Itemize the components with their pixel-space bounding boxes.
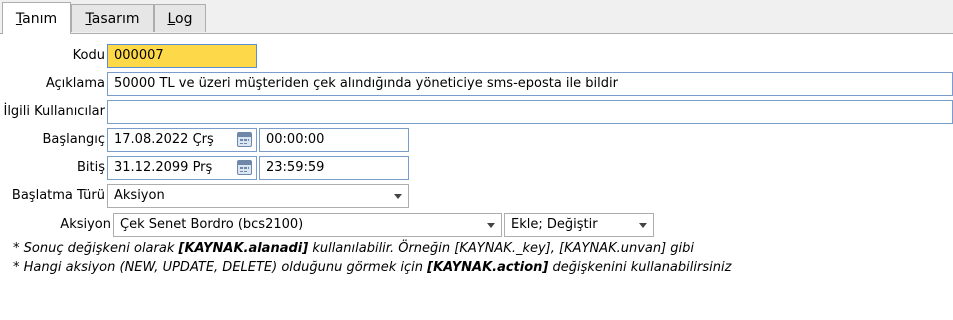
tab-log-mnemonic: L [167,11,176,27]
bitis-date-input[interactable]: 31.12.2099 Prş [107,156,257,180]
baslatma-turu-select[interactable]: Aksiyon [107,184,409,208]
help-note-1-c: kullanılabilir. Örneğin [KAYNAK._key], [… [308,241,695,256]
help-note-2: * Hangi aksiyon (NEW, UPDATE, DELETE) ol… [13,260,731,275]
definition-panel: Kodu 000007 Açıklama 50000 TL ve üzeri m… [0,33,953,320]
bitis-time-input[interactable]: 23:59:59 [259,156,409,180]
help-note-2-b: [KAYNAK.action] [427,260,549,275]
ilgili-kullanicilar-label: İlgili Kullanıcılar [3,104,105,119]
chevron-down-icon [394,194,402,199]
aksiyon-mode-select[interactable]: Ekle; Değiştir [504,213,654,237]
tab-tanim[interactable]: Tanım [2,2,71,34]
kodu-label: Kodu [72,48,105,63]
help-note-1-b: [KAYNAK.alanadi] [178,241,309,256]
kodu-input[interactable]: 000007 [107,44,257,68]
aksiyon-mode-value: Ekle; Değiştir [511,217,598,232]
calendar-icon[interactable] [237,160,252,175]
aksiyon-value: Çek Senet Bordro (bcs2100) [120,217,304,232]
ilgili-kullanicilar-input[interactable] [107,100,953,124]
aciklama-input[interactable]: 50000 TL ve üzeri müşteriden çek alındığ… [107,72,953,96]
baslangic-time-input[interactable]: 00:00:00 [259,128,409,152]
baslatma-turu-label: Başlatma Türü [11,188,105,203]
tab-log[interactable]: Log [154,4,206,32]
help-note-2-a: * Hangi aksiyon (NEW, UPDATE, DELETE) ol… [13,260,428,275]
tab-log-label: og [175,11,193,27]
help-note-2-c: değişkenini kullanabilirsiniz [548,260,732,275]
tab-bar: Tanım Tasarım Log [0,0,953,34]
tab-tasarim-label: asarım [91,11,140,27]
help-note-1-a: * Sonuç değişkeni olarak [13,241,179,256]
bitis-date-value: 31.12.2099 Prş [114,160,213,175]
aksiyon-select[interactable]: Çek Senet Bordro (bcs2100) [113,213,502,237]
baslatma-turu-value: Aksiyon [114,188,165,203]
bitis-label: Bitiş [76,160,105,175]
help-note-1: * Sonuç değişkeni olarak [KAYNAK.alanadi… [13,241,694,256]
baslangic-date-input[interactable]: 17.08.2022 Çrş [107,128,257,152]
calendar-icon[interactable] [237,132,252,147]
baslangic-label: Başlangıç [42,132,106,147]
chevron-down-icon [639,223,647,228]
aksiyon-label: Aksiyon [60,217,111,232]
chevron-down-icon [487,223,495,228]
baslangic-date-value: 17.08.2022 Çrş [114,132,214,147]
tab-tasarim[interactable]: Tasarım [71,4,154,32]
tab-tanim-label: anım [22,11,58,27]
aciklama-label: Açıklama [45,76,105,91]
